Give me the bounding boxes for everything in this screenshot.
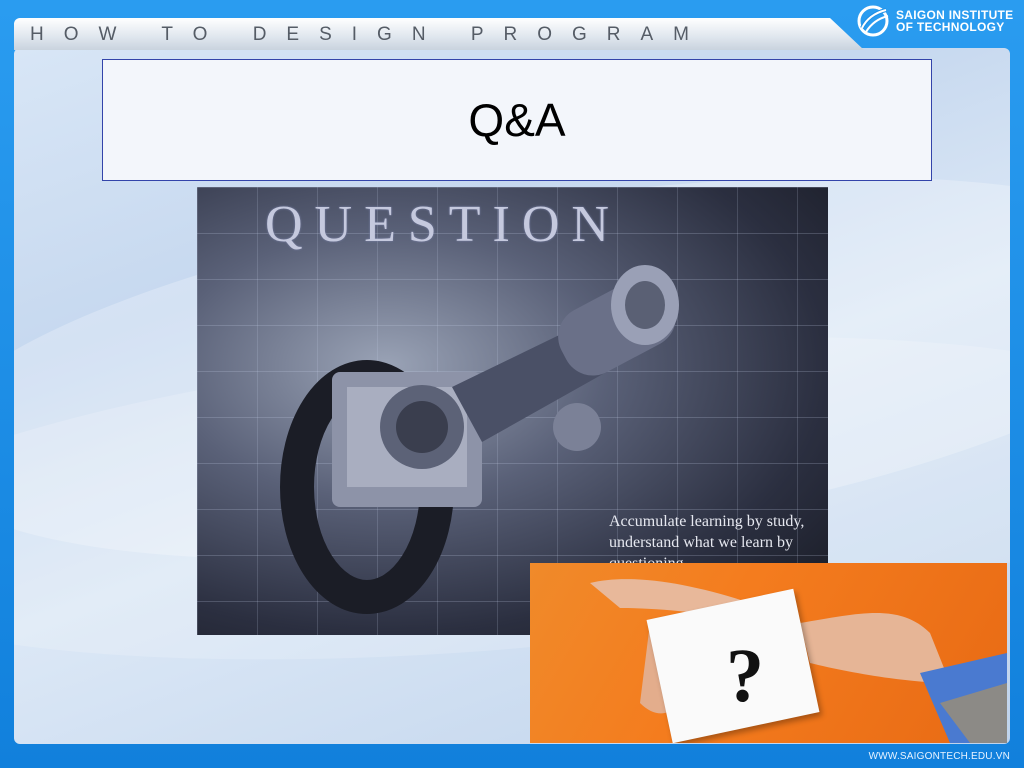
slide-title: Q&A [468,94,566,146]
institute-logo: SAIGON INSTITUTE OF TECHNOLOGY [856,4,1013,38]
question-mark: ? [726,634,764,718]
logo-line-2: OF TECHNOLOGY [896,20,1005,34]
title-box: Q&A [102,59,932,181]
course-title: HOW TO DESIGN PROGRAM [30,24,709,45]
logo-text: SAIGON INSTITUTE OF TECHNOLOGY [896,9,1013,33]
question-card-image: ? [530,563,1007,743]
footer-url: WWW.SAIGONTECH.EDU.VN [868,751,1010,762]
logo-icon [856,4,890,38]
